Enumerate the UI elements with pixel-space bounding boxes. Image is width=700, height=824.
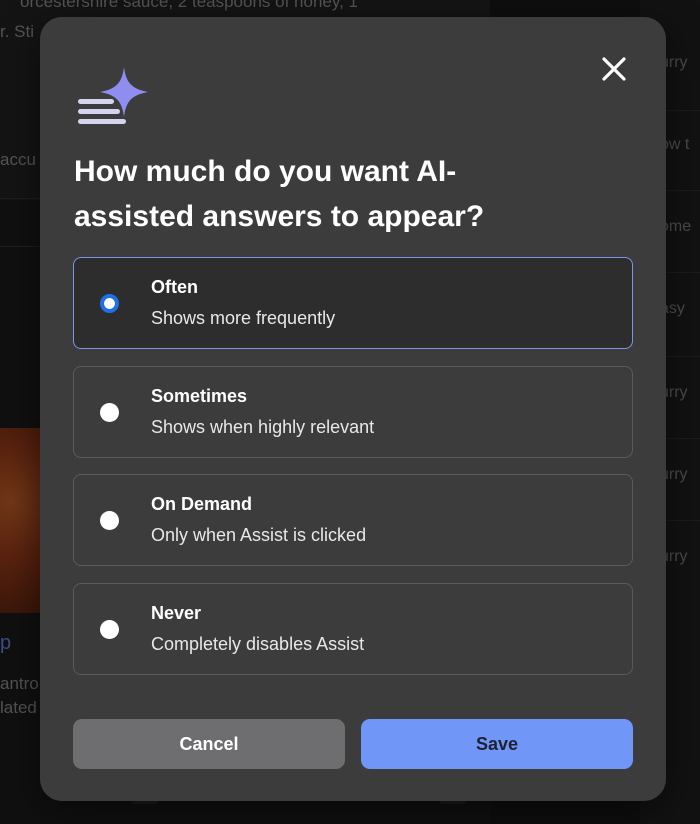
option-description: Shows when highly relevant [151,417,375,437]
ai-sparkle-icon [78,67,148,124]
option-title: Sometimes [151,386,248,406]
option-description: Completely disables Assist [151,634,365,654]
option-title: Never [151,603,202,623]
modal-title: How much do you want AI-assisted answers… [74,155,485,233]
ai-assist-settings-modal: How much do you want AI-assisted answers… [40,17,666,801]
option-often[interactable]: Often Shows more frequently [73,257,633,349]
option-description: Shows more frequently [151,308,336,328]
radio-button[interactable] [100,403,119,422]
close-button[interactable] [600,55,628,83]
option-description: Only when Assist is clicked [151,525,367,545]
radio-button-selected[interactable] [100,294,119,313]
close-icon [602,57,626,81]
option-sometimes[interactable]: Sometimes Shows when highly relevant [73,366,633,458]
option-title: On Demand [151,494,253,514]
option-never[interactable]: Never Completely disables Assist [73,583,633,675]
radio-button[interactable] [100,511,119,530]
option-title: Often [151,277,198,297]
save-button[interactable]: Save [361,719,633,769]
radio-button[interactable] [100,620,119,639]
cancel-button[interactable]: Cancel [73,719,345,769]
option-on-demand[interactable]: On Demand Only when Assist is clicked [73,474,633,566]
